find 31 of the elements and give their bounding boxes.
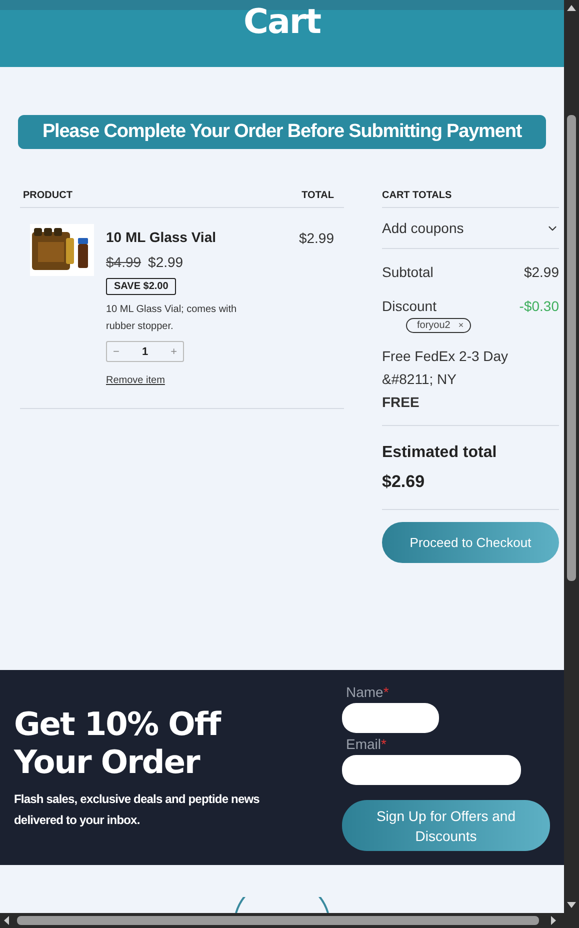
- column-header: TOTAL: [302, 190, 334, 200]
- input-field[interactable]: [342, 703, 439, 733]
- column-header: PRODUCT: [23, 190, 72, 200]
- regular-price: $4.99: [106, 254, 142, 270]
- product-description: 10 ML Glass Vial; comes with rubber stopper.: [106, 303, 238, 334]
- field-label: Name*: [346, 684, 390, 701]
- subtotal-label: Subtotal: [382, 263, 434, 282]
- field-label: Email*: [346, 736, 388, 753]
- remove-item-link[interactable]: Remove item: [106, 375, 165, 386]
- quantity-value: 1: [142, 346, 148, 358]
- signup-text: Flash sales, exclusive deals and peptide news delivered to your inbox.: [14, 791, 260, 829]
- page-title: Cart: [244, 2, 320, 42]
- signup-button[interactable]: Sign Up for Offers and Discounts: [342, 800, 550, 851]
- add-coupons-toggle[interactable]: Add coupons: [382, 220, 559, 236]
- estimated-total-value: $2.69: [382, 470, 426, 493]
- discount-value: -$0.30: [519, 297, 559, 316]
- subtotal-value: $2.99: [524, 263, 559, 282]
- shipping-cost: FREE: [382, 392, 420, 412]
- savings-badge: SAVE $2.00: [106, 278, 176, 295]
- order-notice: Please Complete Your Order Before Submitting Payment: [18, 115, 546, 149]
- sale-price: $2.99: [148, 254, 184, 270]
- totals-heading: CART TOTALS: [382, 190, 452, 200]
- product-name[interactable]: 10 ML Glass Vial: [106, 229, 216, 245]
- signup-title: Get 10% Off Your Order: [14, 705, 222, 781]
- shipping-method: Free FedEx 2-3 Day &#8211; NY: [382, 346, 510, 389]
- line-total: $2.99: [298, 230, 334, 248]
- coupon-code: foryou2: [417, 320, 450, 331]
- input-field[interactable]: [342, 755, 521, 785]
- remove-coupon-button[interactable]: ×: [458, 320, 464, 330]
- estimated-total-label: Estimated total: [382, 443, 498, 464]
- discount-label: Discount: [382, 297, 436, 316]
